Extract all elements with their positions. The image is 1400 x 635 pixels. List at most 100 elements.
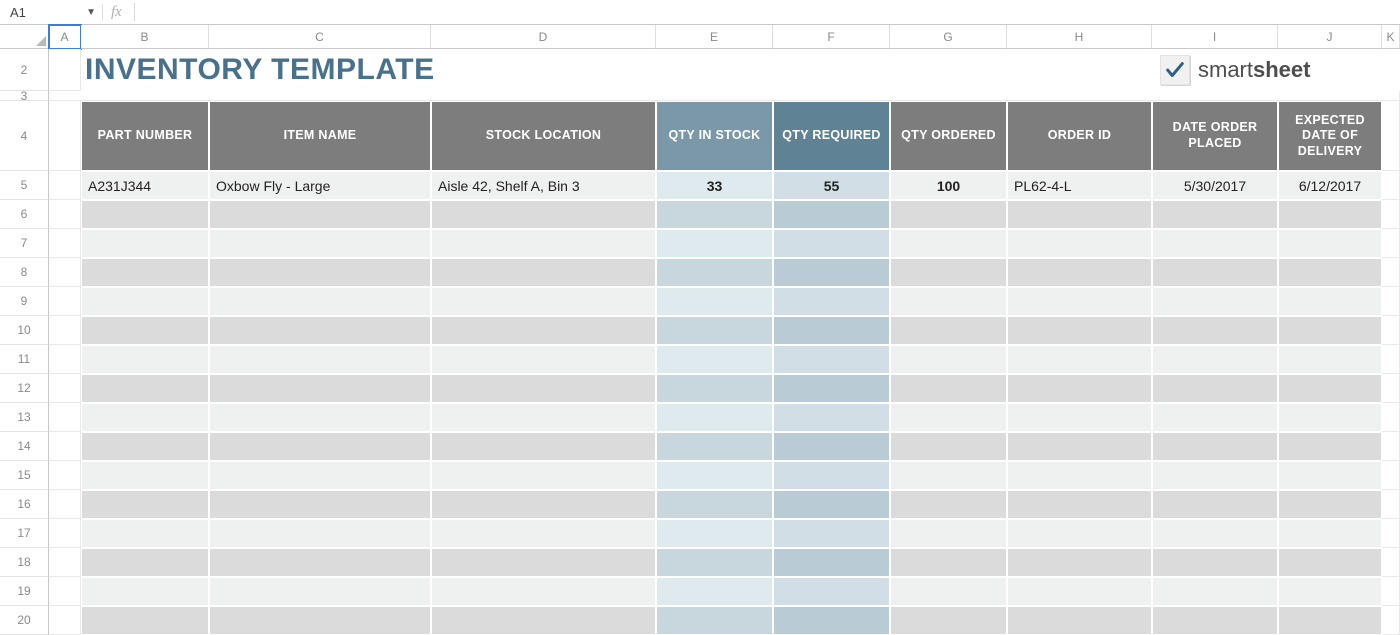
cell-F7[interactable] — [773, 229, 890, 258]
row-header-13[interactable]: 13 — [0, 403, 49, 432]
cell-B17[interactable] — [81, 519, 209, 548]
cell-B8[interactable] — [81, 258, 209, 287]
th-item-name[interactable]: ITEM NAME — [209, 101, 431, 171]
chevron-down-icon[interactable]: ▼ — [86, 7, 96, 18]
cell-A2[interactable] — [49, 49, 81, 91]
cell-B6[interactable] — [81, 200, 209, 229]
cell-E20[interactable] — [656, 606, 773, 635]
cell-D7[interactable] — [431, 229, 656, 258]
cell-I7[interactable] — [1152, 229, 1278, 258]
cell-A11[interactable] — [49, 345, 81, 374]
cell-C18[interactable] — [209, 548, 431, 577]
cell-F13[interactable] — [773, 403, 890, 432]
cell-J7[interactable] — [1278, 229, 1382, 258]
cell-I20[interactable] — [1152, 606, 1278, 635]
cell-C8[interactable] — [209, 258, 431, 287]
cell-D19[interactable] — [431, 577, 656, 606]
cell-J9[interactable] — [1278, 287, 1382, 316]
cell-E18[interactable] — [656, 548, 773, 577]
row-header-5[interactable]: 5 — [0, 171, 49, 200]
cell-G7[interactable] — [890, 229, 1007, 258]
cell-E13[interactable] — [656, 403, 773, 432]
cell-D13[interactable] — [431, 403, 656, 432]
cell-G16[interactable] — [890, 490, 1007, 519]
cell-C13[interactable] — [209, 403, 431, 432]
cell-K11[interactable] — [1382, 345, 1400, 374]
cell-A13[interactable] — [49, 403, 81, 432]
cell-C10[interactable] — [209, 316, 431, 345]
col-header-H[interactable]: H — [1007, 25, 1152, 49]
cell-D14[interactable] — [431, 432, 656, 461]
cell-K14[interactable] — [1382, 432, 1400, 461]
cell-A9[interactable] — [49, 287, 81, 316]
cell-I12[interactable] — [1152, 374, 1278, 403]
cell-J17[interactable] — [1278, 519, 1382, 548]
cell-K19[interactable] — [1382, 577, 1400, 606]
cell-G11[interactable] — [890, 345, 1007, 374]
cell-F16[interactable] — [773, 490, 890, 519]
cell-G17[interactable] — [890, 519, 1007, 548]
cell-E6[interactable] — [656, 200, 773, 229]
row-header-15[interactable]: 15 — [0, 461, 49, 490]
cell-I13[interactable] — [1152, 403, 1278, 432]
cell-B10[interactable] — [81, 316, 209, 345]
cell-I8[interactable] — [1152, 258, 1278, 287]
row-header-14[interactable]: 14 — [0, 432, 49, 461]
cell-A5[interactable] — [49, 171, 81, 200]
cell-K4[interactable] — [1382, 101, 1400, 171]
spreadsheet-grid[interactable]: A B C D E F G H I J K 2 INVENTORY TEMPLA… — [0, 25, 1400, 635]
row-header-6[interactable]: 6 — [0, 200, 49, 229]
row-header-4[interactable]: 4 — [0, 101, 49, 171]
col-header-E[interactable]: E — [656, 25, 773, 49]
cell-B15[interactable] — [81, 461, 209, 490]
th-date-order-placed[interactable]: DATE ORDER PLACED — [1152, 101, 1278, 171]
cell-K15[interactable] — [1382, 461, 1400, 490]
cell-K10[interactable] — [1382, 316, 1400, 345]
cell-C20[interactable] — [209, 606, 431, 635]
cell-D5[interactable]: Aisle 42, Shelf A, Bin 3 — [431, 171, 656, 200]
cell-F9[interactable] — [773, 287, 890, 316]
cell-E19[interactable] — [656, 577, 773, 606]
cell-H12[interactable] — [1007, 374, 1152, 403]
cell-H7[interactable] — [1007, 229, 1152, 258]
cell-D9[interactable] — [431, 287, 656, 316]
cell-J20[interactable] — [1278, 606, 1382, 635]
cell-I17[interactable] — [1152, 519, 1278, 548]
cell-H17[interactable] — [1007, 519, 1152, 548]
col-header-F[interactable]: F — [773, 25, 890, 49]
cell-E14[interactable] — [656, 432, 773, 461]
cell-K17[interactable] — [1382, 519, 1400, 548]
cell-A16[interactable] — [49, 490, 81, 519]
cell-E17[interactable] — [656, 519, 773, 548]
cell-I16[interactable] — [1152, 490, 1278, 519]
th-stock-location[interactable]: STOCK LOCATION — [431, 101, 656, 171]
cell-E15[interactable] — [656, 461, 773, 490]
row-header-8[interactable]: 8 — [0, 258, 49, 287]
cell-B5[interactable]: A231J344 — [81, 171, 209, 200]
cell-G12[interactable] — [890, 374, 1007, 403]
cell-H5[interactable]: PL62-4-L — [1007, 171, 1152, 200]
cell-F6[interactable] — [773, 200, 890, 229]
cell-I6[interactable] — [1152, 200, 1278, 229]
cell-F19[interactable] — [773, 577, 890, 606]
cell-H18[interactable] — [1007, 548, 1152, 577]
cell-D20[interactable] — [431, 606, 656, 635]
cell-J19[interactable] — [1278, 577, 1382, 606]
cell-E7[interactable] — [656, 229, 773, 258]
th-part-number[interactable]: PART NUMBER — [81, 101, 209, 171]
cell-J14[interactable] — [1278, 432, 1382, 461]
col-header-K[interactable]: K — [1382, 25, 1400, 49]
row-header-16[interactable]: 16 — [0, 490, 49, 519]
cell-D16[interactable] — [431, 490, 656, 519]
row-header-11[interactable]: 11 — [0, 345, 49, 374]
cell-J16[interactable] — [1278, 490, 1382, 519]
cell-F20[interactable] — [773, 606, 890, 635]
cell-E9[interactable] — [656, 287, 773, 316]
cell-K18[interactable] — [1382, 548, 1400, 577]
cell-C7[interactable] — [209, 229, 431, 258]
cell-D18[interactable] — [431, 548, 656, 577]
row-header-17[interactable]: 17 — [0, 519, 49, 548]
cell-C11[interactable] — [209, 345, 431, 374]
row-header-20[interactable]: 20 — [0, 606, 49, 635]
cell-I5[interactable]: 5/30/2017 — [1152, 171, 1278, 200]
